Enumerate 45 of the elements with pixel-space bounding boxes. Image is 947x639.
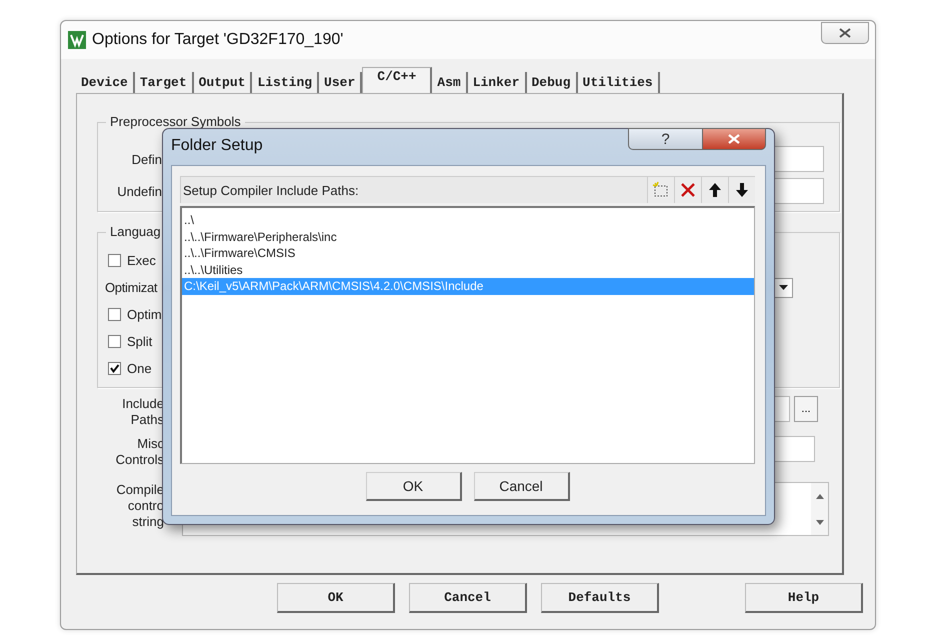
path-list[interactable]: ..\ ..\..\Firmware\Peripherals\inc ..\..\Firmware\CMSIS ..\..\Utilities C:\Keil_v5\ARM\Pack\ARM\CMSIS\4.2.0\CMSIS\Include xyxy=(180,206,755,464)
field-label: Misc Controls xyxy=(114,436,164,468)
checkbox[interactable] xyxy=(108,254,121,267)
dialog-button[interactable]: Cancel xyxy=(474,472,570,501)
list-item[interactable]: ..\..\Firmware\CMSIS xyxy=(182,245,754,262)
scroll-down-icon xyxy=(816,520,824,524)
close-icon xyxy=(839,28,851,38)
field-label: Include Paths xyxy=(121,396,164,428)
close-button[interactable] xyxy=(821,22,869,44)
field-label: Defin xyxy=(130,152,162,166)
field-label: Optimizat xyxy=(105,280,158,295)
help-button[interactable]: ? xyxy=(628,128,703,150)
list-item[interactable]: ..\..\Firmware\Peripherals\inc xyxy=(182,228,754,245)
tab[interactable]: C/C++ xyxy=(362,67,432,93)
group-title: Languag xyxy=(106,224,165,239)
browse-button[interactable]: ... xyxy=(794,396,818,422)
dialog-button[interactable]: OK xyxy=(277,583,395,613)
list-header: Setup Compiler Include Paths: xyxy=(183,182,359,198)
window-title: Options for Target 'GD32F170_190' xyxy=(92,31,344,49)
checkbox[interactable] xyxy=(108,308,121,321)
caret-icon xyxy=(779,285,788,290)
dialog-title: Folder Setup xyxy=(171,137,263,155)
up-arrow-icon xyxy=(706,181,724,199)
new-folder-icon xyxy=(652,181,670,199)
checkbox[interactable] xyxy=(108,362,121,375)
check-icon xyxy=(109,363,120,374)
app-icon xyxy=(68,31,86,49)
dialog-button[interactable]: OK xyxy=(366,472,462,501)
dialog-button[interactable]: Defaults xyxy=(541,583,659,613)
delete-icon xyxy=(679,181,697,199)
list-item[interactable]: ..\..\Utilities xyxy=(182,262,754,278)
field-label: Undefin xyxy=(116,184,162,198)
close-button[interactable] xyxy=(703,128,766,150)
down-arrow-icon xyxy=(733,181,751,199)
scroll-up-icon xyxy=(816,494,824,498)
close-icon xyxy=(728,134,740,144)
dialog-button[interactable]: Help xyxy=(745,583,863,613)
checkbox[interactable] xyxy=(108,335,121,348)
dialog-button[interactable]: Cancel xyxy=(409,583,527,613)
checkbox-label: Split xyxy=(127,334,152,349)
checkbox-label: One xyxy=(127,361,152,376)
list-item[interactable]: ..\ xyxy=(182,212,754,228)
checkbox-label: Optim xyxy=(127,307,162,322)
group-title: Preprocessor Symbols xyxy=(106,114,245,129)
checkbox-label: Exec xyxy=(127,253,156,268)
